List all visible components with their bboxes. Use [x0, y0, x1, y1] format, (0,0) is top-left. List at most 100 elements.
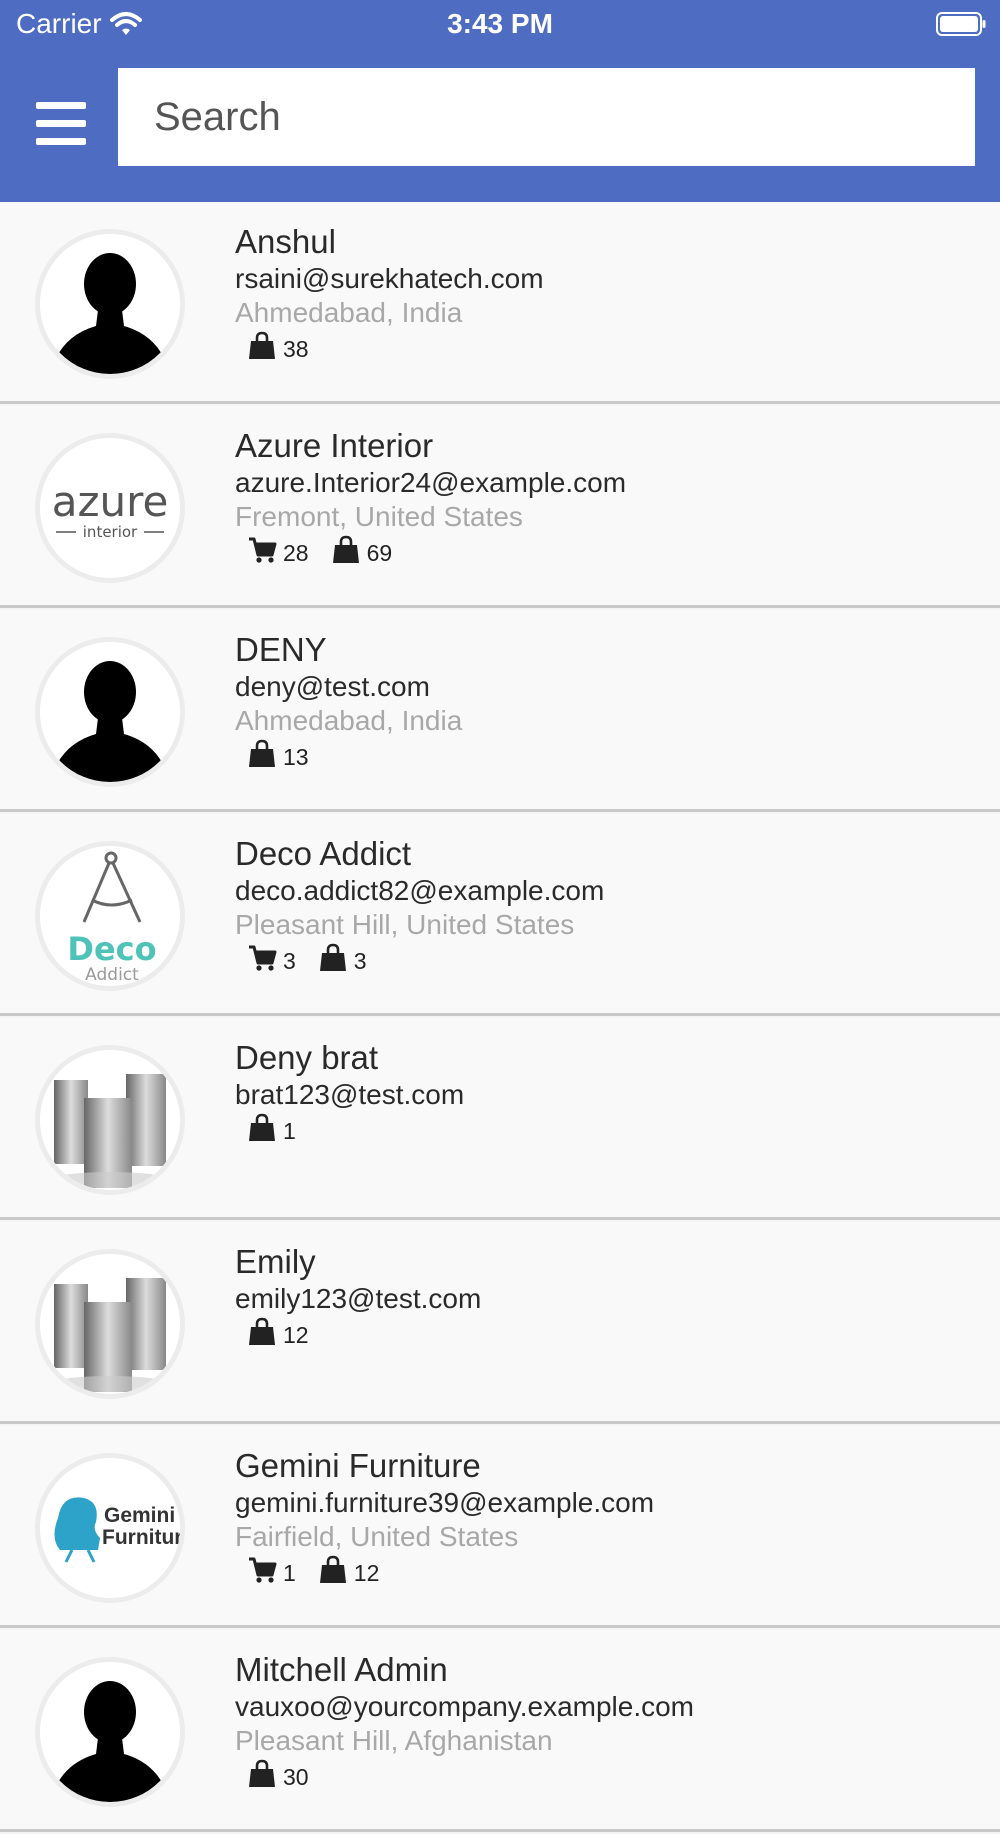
customer-location: Fremont, United States — [235, 501, 523, 532]
gemini-logo-line1: Gemini — [104, 1504, 175, 1527]
customer-card[interactable]: azure interior Azure Interior azure.Inte… — [0, 406, 1000, 608]
customer-name: Gemini Furniture — [235, 1447, 481, 1484]
azure-logo-title: azure — [52, 477, 169, 526]
customer-name: DENY — [235, 631, 327, 668]
customer-avatar — [40, 1662, 180, 1802]
shopping-bag-icon — [247, 739, 283, 775]
customer-email: vauxoo@yourcompany.example.com — [235, 1691, 695, 1722]
customer-avatar — [40, 642, 180, 782]
customer-info: Gemini Furniture gemini.furniture39@exam… — [235, 1448, 990, 1590]
customer-card[interactable]: Deco Addict Deco Addict deco.addict82@ex… — [0, 814, 1000, 1016]
customer-email: azure.Interior24@example.com — [235, 467, 627, 498]
order-count: 1 — [283, 1117, 296, 1144]
order-count: 12 — [353, 1559, 380, 1586]
customer-info: Deco Addict deco.addict82@example.com Pl… — [235, 836, 990, 978]
customer-stats: 38 — [235, 331, 990, 367]
hamburger-icon — [36, 102, 92, 145]
customer-stats: 13 — [235, 739, 990, 775]
gemini-logo-line2: Furniture — [102, 1526, 180, 1549]
customer-name: Mitchell Admin — [235, 1651, 448, 1688]
order-stat: 12 — [318, 1555, 380, 1591]
customer-info: DENY deny@test.com Ahmedabad, India 13 — [235, 632, 990, 774]
order-stat: 1 — [247, 1113, 296, 1149]
order-count: 30 — [283, 1763, 309, 1790]
customer-info: Mitchell Admin vauxoo@yourcompany.exampl… — [235, 1652, 990, 1794]
shopping-bag-icon — [318, 943, 354, 979]
customer-name: Emily — [235, 1243, 316, 1280]
customer-avatar — [40, 1254, 180, 1394]
customer-email: gemini.furniture39@example.com — [235, 1487, 655, 1518]
order-count: 3 — [353, 947, 367, 974]
order-count: 38 — [283, 335, 309, 362]
customer-location: Fairfield, United States — [235, 1521, 519, 1552]
customer-name: Azure Interior — [235, 427, 434, 464]
shopping-bag-icon — [247, 1113, 283, 1149]
deco-logo-subtitle: Addict — [85, 965, 139, 985]
cart-icon — [247, 1555, 283, 1591]
customer-info: Deny brat brat123@test.com 1 — [235, 1040, 990, 1148]
cart-count: 3 — [283, 947, 296, 974]
cart-icon — [247, 535, 283, 571]
customer-location: Pleasant Hill, Afghanistan — [235, 1725, 553, 1756]
cart-stat: 3 — [247, 943, 296, 979]
order-stat: 69 — [331, 535, 393, 571]
customer-stats: 33 — [235, 943, 990, 979]
customer-info: Anshul rsaini@surekhatech.com Ahmedabad,… — [235, 224, 990, 366]
customer-card[interactable]: Anshul rsaini@surekhatech.com Ahmedabad,… — [0, 202, 1000, 404]
shopping-bag-icon — [247, 1317, 283, 1353]
order-count: 13 — [283, 743, 309, 770]
customer-location: Ahmedabad, India — [235, 297, 463, 328]
order-stat: 3 — [318, 943, 367, 979]
customer-name: Anshul — [235, 223, 336, 260]
order-count: 12 — [283, 1321, 309, 1348]
customer-avatar: Gemini Furniture — [40, 1458, 180, 1598]
order-stat: 38 — [247, 331, 309, 367]
cart-stat: 1 — [247, 1555, 296, 1591]
customer-email: deco.addict82@example.com — [235, 875, 605, 906]
customer-avatar: azure interior — [40, 438, 180, 578]
order-stat: 12 — [247, 1317, 309, 1353]
deco-logo-title: Deco — [67, 930, 156, 968]
customer-email: rsaini@surekhatech.com — [235, 263, 544, 294]
customer-card[interactable]: Mitchell Admin vauxoo@yourcompany.exampl… — [0, 1630, 1000, 1832]
customer-stats: 28 69 — [235, 535, 990, 571]
customer-card[interactable]: Deny brat brat123@test.com 1 — [0, 1018, 1000, 1220]
order-count: 69 — [366, 539, 393, 566]
shopping-bag-icon — [247, 331, 283, 367]
cart-count: 28 — [283, 539, 309, 566]
customer-stats: 12 — [235, 1317, 990, 1353]
customer-location: Pleasant Hill, United States — [235, 909, 575, 940]
customer-card[interactable]: Gemini Furniture Gemini Furniture gemini… — [0, 1426, 1000, 1628]
customer-card[interactable]: Emily emily123@test.com 12 — [0, 1222, 1000, 1424]
order-stat: 30 — [247, 1759, 309, 1795]
customer-stats: 1 — [235, 1113, 990, 1149]
customer-name: Deny brat — [235, 1039, 379, 1076]
customer-location: Ahmedabad, India — [235, 705, 463, 736]
customer-email: deny@test.com — [235, 671, 430, 702]
cart-stat: 28 — [247, 535, 309, 571]
app-header — [0, 50, 1000, 202]
shopping-bag-icon — [318, 1555, 354, 1591]
azure-logo-subtitle: interior — [83, 523, 138, 541]
customer-email: emily123@test.com — [235, 1283, 482, 1314]
cart-count: 1 — [283, 1559, 296, 1586]
cart-icon — [247, 943, 283, 979]
search-input[interactable] — [118, 68, 975, 166]
status-time: 3:43 PM — [447, 8, 553, 39]
order-stat: 13 — [247, 739, 309, 775]
customer-info: Emily emily123@test.com 12 — [235, 1244, 990, 1352]
customer-avatar — [40, 234, 180, 374]
customer-email: brat123@test.com — [235, 1079, 465, 1110]
battery-icon — [936, 12, 986, 36]
customer-card[interactable]: DENY deny@test.com Ahmedabad, India 13 — [0, 610, 1000, 812]
customer-avatar: Deco Addict — [40, 846, 180, 986]
customer-list: Anshul rsaini@surekhatech.com Ahmedabad,… — [0, 202, 1000, 1834]
customer-name: Deco Addict — [235, 835, 412, 872]
customer-stats: 30 — [235, 1759, 990, 1795]
menu-button[interactable] — [36, 102, 92, 148]
customer-avatar — [40, 1050, 180, 1190]
shopping-bag-icon — [331, 535, 367, 571]
customer-info: Azure Interior azure.Interior24@example.… — [235, 428, 990, 570]
customer-stats: 1 12 — [235, 1555, 990, 1591]
status-bar: Carrier 3:43 PM — [0, 0, 1000, 50]
